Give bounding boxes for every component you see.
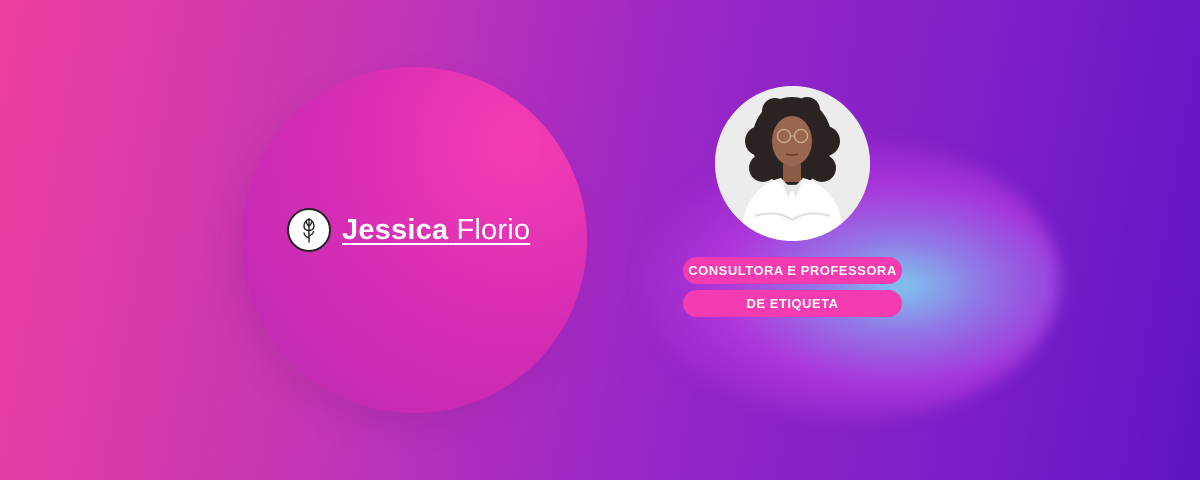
hero-banner: Jessica Florio CONSULTORA E PROFESSORA D… [0,0,1200,480]
brand-first-name: Jessica [342,213,449,246]
tulip-icon [287,208,331,252]
title-badge-line-1: CONSULTORA E PROFESSORA [683,257,902,284]
brand-name[interactable]: Jessica Florio [342,214,530,247]
title-badge-line-2: DE ETIQUETA [683,290,902,317]
brand-last-name: Florio [456,213,531,246]
profile-photo [715,86,870,241]
brand-logo[interactable]: Jessica Florio [287,208,530,252]
